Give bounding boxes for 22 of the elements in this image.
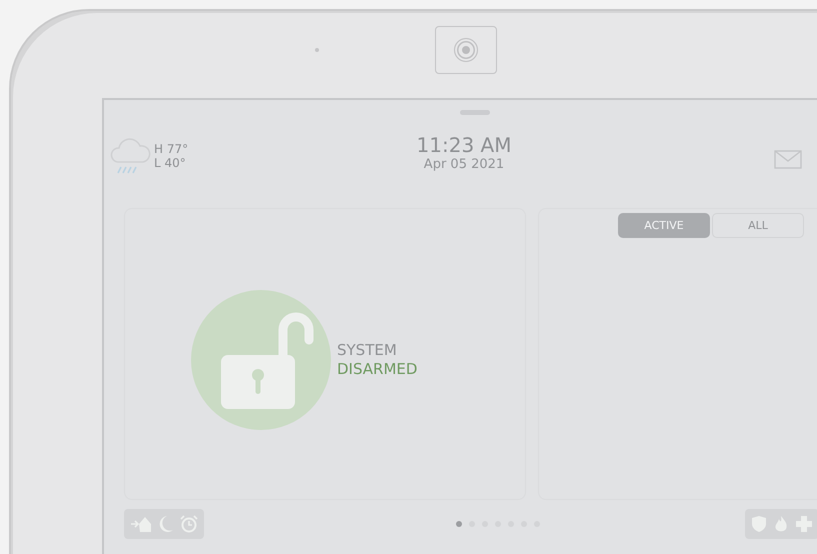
unlocked-padlock-icon[interactable] — [191, 290, 331, 430]
mail-icon[interactable] — [774, 150, 802, 169]
high-temperature: H 77° — [154, 142, 188, 156]
camera-icon — [435, 26, 497, 74]
alarm-clock-icon[interactable] — [180, 515, 198, 533]
status-label: SYSTEM — [337, 341, 398, 360]
rain-cloud-icon — [110, 136, 152, 174]
arming-shortcuts[interactable] — [124, 509, 204, 539]
clock-date: Apr 05 2021 — [424, 157, 504, 172]
flame-icon[interactable] — [773, 515, 789, 533]
moon-icon[interactable] — [158, 515, 174, 533]
clock-time: 11:23 AM — [416, 133, 512, 157]
filter-tab[interactable]: ALL — [712, 213, 804, 238]
shield-icon[interactable] — [751, 515, 767, 533]
plus-icon[interactable] — [795, 515, 813, 533]
page-indicator-dot[interactable] — [456, 521, 462, 527]
low-temperature: L 40° — [154, 156, 187, 170]
status-value: DISARMED — [337, 360, 418, 379]
sensor-dot — [315, 48, 319, 52]
emergency-shortcuts[interactable] — [745, 509, 817, 539]
arm-away-icon[interactable] — [130, 515, 152, 533]
filter-tab[interactable]: ACTIVE — [618, 213, 710, 238]
